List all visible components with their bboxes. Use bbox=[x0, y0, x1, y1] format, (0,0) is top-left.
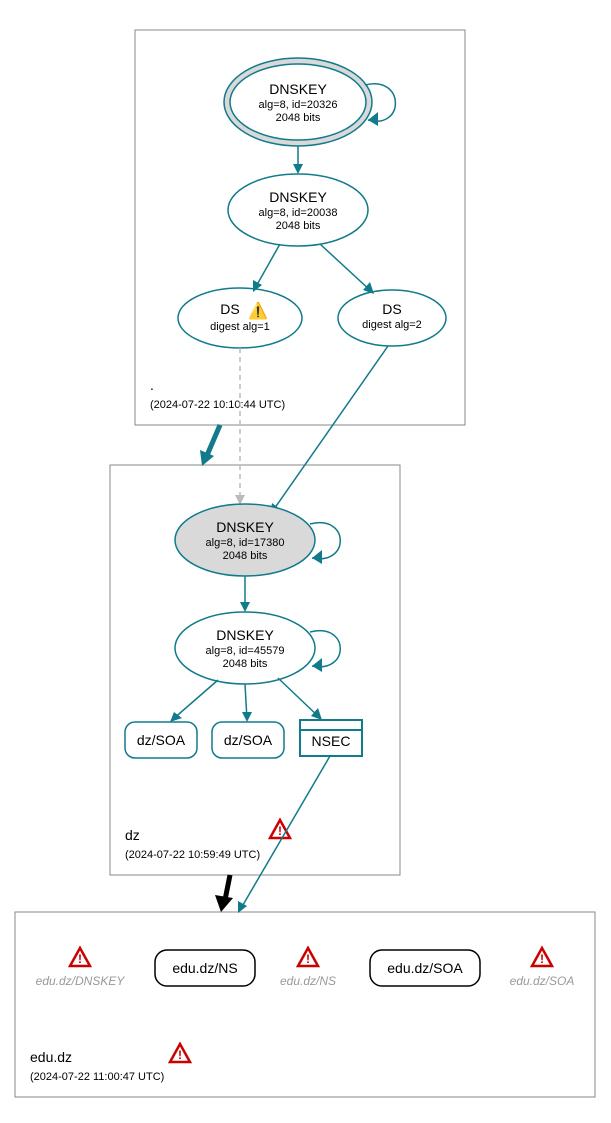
node-edudz-soa-error[interactable]: ! edu.dz/SOA bbox=[510, 948, 575, 988]
node-dz-nsec[interactable]: NSEC bbox=[300, 720, 362, 756]
zone-edudz-timestamp: (2024-07-22 11:00:47 UTC) bbox=[30, 1071, 164, 1083]
svg-text:edu.dz/NS: edu.dz/NS bbox=[172, 960, 237, 976]
svg-text:!: ! bbox=[278, 824, 282, 838]
svg-text:!: ! bbox=[306, 952, 310, 966]
warn-red-icon: ! bbox=[170, 1044, 190, 1062]
zone-edudz: edu.dz (2024-07-22 11:00:47 UTC) ! bbox=[15, 912, 595, 1097]
zone-dz-timestamp: (2024-07-22 10:59:49 UTC) bbox=[125, 849, 260, 861]
svg-text:DNSKEY: DNSKEY bbox=[216, 627, 274, 643]
svg-text:dz/SOA: dz/SOA bbox=[137, 732, 186, 748]
zone-edudz-label: edu.dz bbox=[30, 1049, 72, 1065]
edge-rootzsk-ds2 bbox=[320, 244, 372, 292]
node-dz-soa-1[interactable]: dz/SOA bbox=[125, 722, 197, 758]
svg-text:alg=8, id=17380: alg=8, id=17380 bbox=[206, 537, 285, 549]
svg-text:edu.dz/DNSKEY: edu.dz/DNSKEY bbox=[36, 974, 126, 988]
svg-text:DNSKEY: DNSKEY bbox=[269, 81, 327, 97]
zone-dz-label: dz bbox=[125, 827, 140, 843]
svg-text:2048 bits: 2048 bits bbox=[276, 112, 321, 124]
edge-dzzsk-soa1 bbox=[172, 680, 218, 720]
svg-text:digest alg=2: digest alg=2 bbox=[362, 319, 422, 331]
svg-text:edu.dz/SOA: edu.dz/SOA bbox=[387, 960, 463, 976]
svg-text:DNSKEY: DNSKEY bbox=[216, 519, 274, 535]
node-edudz-dnskey-error[interactable]: ! edu.dz/DNSKEY bbox=[36, 948, 126, 988]
svg-text:2048 bits: 2048 bits bbox=[223, 550, 268, 562]
node-edudz-soa[interactable]: edu.dz/SOA bbox=[370, 950, 480, 986]
svg-text:DS: DS bbox=[220, 301, 239, 317]
svg-text:DNSKEY: DNSKEY bbox=[269, 189, 327, 205]
edge-nsec-to-edudz bbox=[240, 756, 330, 910]
svg-text:digest alg=1: digest alg=1 bbox=[210, 321, 270, 333]
svg-text:NSEC: NSEC bbox=[312, 733, 351, 749]
svg-text:DS: DS bbox=[382, 301, 401, 317]
svg-text:!: ! bbox=[540, 952, 544, 966]
edge-dzzsk-nsec bbox=[278, 678, 320, 718]
svg-text:2048 bits: 2048 bits bbox=[223, 658, 268, 670]
node-dz-ksk[interactable]: DNSKEY alg=8, id=17380 2048 bits bbox=[175, 504, 315, 576]
node-edudz-ns[interactable]: edu.dz/NS bbox=[155, 950, 255, 986]
svg-text:alg=8, id=20038: alg=8, id=20038 bbox=[259, 207, 338, 219]
node-dz-zsk[interactable]: DNSKEY alg=8, id=45579 2048 bits bbox=[175, 612, 315, 684]
warn-yellow-icon: ⚠️ bbox=[248, 301, 268, 320]
svg-text:edu.dz/NS: edu.dz/NS bbox=[280, 974, 336, 988]
svg-text:alg=8, id=45579: alg=8, id=45579 bbox=[206, 645, 285, 657]
node-ds-alg2[interactable]: DS digest alg=2 bbox=[338, 290, 446, 346]
node-root-ksk[interactable]: DNSKEY alg=8, id=20326 2048 bits bbox=[224, 58, 372, 146]
svg-text:!: ! bbox=[78, 952, 82, 966]
svg-text:dz/SOA: dz/SOA bbox=[224, 732, 273, 748]
svg-text:!: ! bbox=[178, 1048, 182, 1062]
node-dz-soa-2[interactable]: dz/SOA bbox=[212, 722, 284, 758]
zone-root-timestamp: (2024-07-22 10:10:44 UTC) bbox=[150, 399, 285, 411]
node-root-zsk[interactable]: DNSKEY alg=8, id=20038 2048 bits bbox=[228, 174, 368, 246]
svg-text:2048 bits: 2048 bits bbox=[276, 220, 321, 232]
svg-text:edu.dz/SOA: edu.dz/SOA bbox=[510, 974, 575, 988]
edge-ds2-dzksk bbox=[272, 346, 388, 512]
node-ds-alg1[interactable]: DS digest alg=1 ⚠️ bbox=[178, 288, 302, 348]
node-edudz-ns-error[interactable]: ! edu.dz/NS bbox=[280, 948, 336, 988]
zone-root-label: . bbox=[150, 377, 154, 393]
svg-text:alg=8, id=20326: alg=8, id=20326 bbox=[259, 99, 338, 111]
